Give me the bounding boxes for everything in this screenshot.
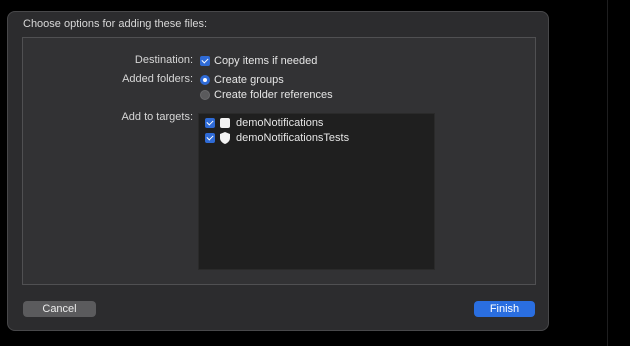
target-name: demoNotifications	[236, 117, 324, 129]
app-icon	[220, 118, 230, 128]
add-to-targets-label: Add to targets:	[121, 111, 193, 123]
finish-button[interactable]: Finish	[474, 301, 535, 317]
copy-items-label[interactable]: Copy items if needed	[214, 55, 317, 67]
targets-list[interactable]: demoNotifications demoNotificationsTests	[198, 113, 435, 270]
target-row-demonotificationstests[interactable]: demoNotificationsTests	[199, 132, 434, 146]
target-checkbox-demonotifications[interactable]	[205, 118, 215, 128]
target-row-demonotifications[interactable]: demoNotifications	[199, 117, 434, 131]
copy-items-checkbox[interactable]	[200, 56, 210, 66]
cancel-button[interactable]: Cancel	[23, 301, 96, 317]
create-groups-label[interactable]: Create groups	[214, 74, 284, 86]
options-panel: Destination: Copy items if needed Added …	[22, 37, 536, 285]
add-files-sheet: Choose options for adding these files: D…	[7, 11, 549, 331]
target-name: demoNotificationsTests	[236, 132, 350, 144]
sheet-title: Choose options for adding these files:	[23, 18, 208, 30]
target-checkbox-demonotificationstests[interactable]	[205, 133, 215, 143]
shield-icon	[220, 132, 230, 144]
destination-label: Destination:	[134, 54, 193, 66]
added-folders-label: Added folders:	[122, 73, 193, 85]
window-edge-divider	[607, 0, 608, 346]
create-folder-references-radio[interactable]	[200, 90, 210, 100]
create-folder-references-label[interactable]: Create folder references	[214, 89, 333, 101]
create-groups-radio[interactable]	[200, 75, 210, 85]
